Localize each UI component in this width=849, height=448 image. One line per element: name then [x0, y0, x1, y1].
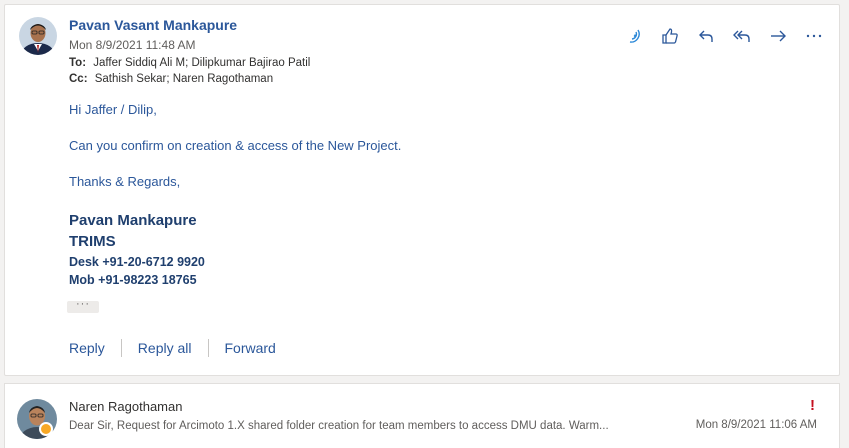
reply-button[interactable]: Reply	[69, 340, 105, 356]
cc-recipients[interactable]: Sathish Sekar; Naren Ragothaman	[95, 73, 273, 85]
row-sender-name: Naren Ragothaman	[69, 399, 183, 414]
message-toolbar	[623, 25, 825, 47]
high-importance-icon: !	[810, 397, 815, 414]
body-line: Can you confirm on creation & access of …	[69, 138, 402, 153]
forward-button[interactable]: Forward	[225, 340, 276, 356]
presence-away-icon	[39, 422, 53, 436]
show-more-button[interactable]: ···	[67, 299, 99, 313]
to-label: To:	[69, 57, 87, 69]
sent-date: Mon 8/9/2021 11:48 AM	[69, 38, 196, 52]
signature-name: Pavan Mankapure	[69, 212, 197, 229]
row-date: Mon 8/9/2021 11:06 AM	[695, 419, 817, 431]
like-icon[interactable]	[659, 25, 681, 47]
signature-desk: Desk +91-20-6712 9920	[69, 255, 205, 269]
immersive-reader-icon[interactable]	[623, 25, 645, 47]
to-recipients[interactable]: Jaffer Siddiq Ali M; Dilipkumar Bajirao …	[93, 57, 310, 69]
forward-icon[interactable]	[767, 25, 789, 47]
reply-all-button[interactable]: Reply all	[138, 340, 192, 356]
sender-name[interactable]: Pavan Vasant Mankapure	[69, 17, 237, 33]
signature-mobile: Mob +91-98223 18765	[69, 273, 197, 287]
to-line: To: Jaffer Siddiq Ali M; Dilipkumar Baji…	[69, 57, 310, 69]
greeting-text: Hi Jaffer / Dilip,	[69, 102, 157, 117]
reply-all-icon[interactable]	[731, 25, 753, 47]
cc-label: Cc:	[69, 73, 88, 85]
more-icon[interactable]	[803, 25, 825, 47]
reply-icon[interactable]	[695, 25, 717, 47]
sender-avatar[interactable]	[19, 17, 57, 55]
row-preview-text: Dear Sir, Request for Arcimoto 1.X share…	[69, 420, 609, 432]
cc-line: Cc: Sathish Sekar; Naren Ragothaman	[69, 73, 273, 85]
divider	[207, 339, 209, 357]
collapsed-message-row[interactable]: Naren Ragothaman Dear Sir, Request for A…	[4, 383, 840, 448]
signature-company: TRIMS	[69, 233, 116, 250]
closing-text: Thanks & Regards,	[69, 174, 181, 189]
divider	[120, 339, 122, 357]
reply-actions: Reply Reply all Forward	[69, 339, 276, 357]
expanded-message: Pavan Vasant Mankapure Mon 8/9/2021 11:4…	[4, 4, 840, 376]
